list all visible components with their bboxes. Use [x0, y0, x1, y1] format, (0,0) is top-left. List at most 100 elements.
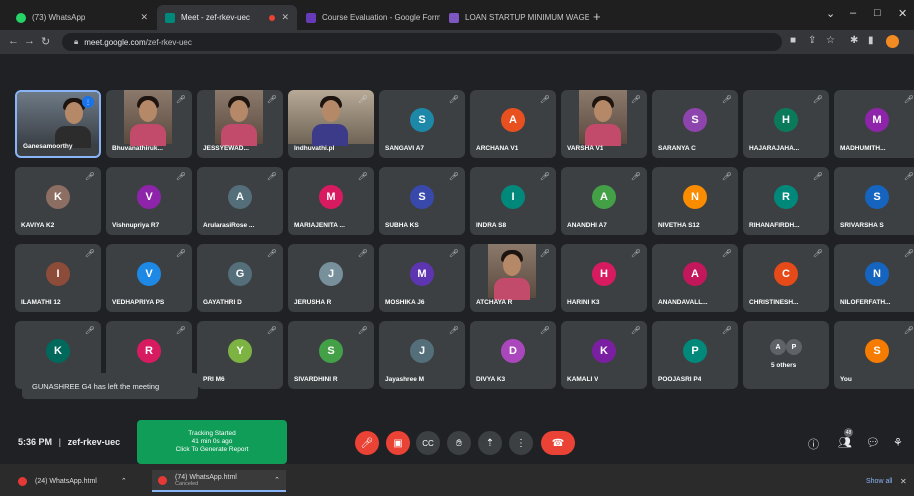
show-all-link[interactable]: Show all	[866, 478, 892, 485]
participant-avatar: M	[865, 108, 889, 132]
participant-tile[interactable]: S 🎤︎ SUBHA KS	[379, 167, 465, 235]
extensions-icon[interactable]: ✱	[850, 35, 858, 46]
camera-off-button[interactable]: ▣	[386, 431, 410, 455]
participant-tile[interactable]: I 🎤︎ INDRA S8	[470, 167, 556, 235]
participant-tile[interactable]: J 🎤︎ JERUSHA R	[288, 244, 374, 312]
participant-tile[interactable]: M 🎤︎ MOSHIKA J6	[379, 244, 465, 312]
participant-tile[interactable]: Y 🎤︎ PRI M6	[197, 321, 283, 389]
chat-icon[interactable]: 💬︎	[866, 436, 880, 449]
chevron-up-icon[interactable]: ⌃	[121, 477, 127, 485]
participant-tile[interactable]: K 🎤︎ KAVIYA K2	[15, 167, 101, 235]
mic-muted-icon: 🎤︎	[84, 249, 95, 258]
raise-hand-button[interactable]: ✋︎	[447, 431, 471, 455]
participant-tile[interactable]: 🎤︎ Bhuvanathiruk...	[106, 90, 192, 158]
url-input[interactable]: 🔒︎ meet.google.com/zef-rkev-uec	[62, 33, 782, 51]
participant-tile[interactable]: 🎤︎ Indhuvathi.pl	[288, 90, 374, 158]
participant-tile[interactable]: H 🎤︎ HAJARAJAHA...	[743, 90, 829, 158]
participant-tile[interactable]: N 🎤︎ NILOFERFATH...	[834, 244, 914, 312]
participant-tile[interactable]: M 🎤︎ MADHUMITH...	[834, 90, 914, 158]
new-tab-button[interactable]: +	[593, 9, 601, 24]
camera-icon[interactable]: ■	[790, 35, 796, 46]
mic-muted-icon: 🎤︎	[630, 95, 641, 104]
participant-tile[interactable]: P 🎤︎ POOJASRI P4	[652, 321, 738, 389]
mic-muted-icon: 🎤︎	[448, 249, 459, 258]
maximize-icon[interactable]: □	[874, 7, 881, 19]
close-window-icon[interactable]: ✕	[898, 7, 907, 20]
participant-tile[interactable]: AP 5 others	[743, 321, 829, 389]
leave-call-button[interactable]: ☎︎	[541, 431, 575, 455]
participant-name: HAJARAJAHA...	[749, 145, 800, 152]
participant-tile[interactable]: D 🎤︎ DIVYA K3	[470, 321, 556, 389]
participant-tile[interactable]: 🎤︎ VARSHA V1	[561, 90, 647, 158]
participant-tile[interactable]: R 🎤︎ RIHANAFIRDH...	[743, 167, 829, 235]
participant-tile[interactable]: V 🎤︎ VEDHAPRIYA PS	[106, 244, 192, 312]
participant-video	[124, 90, 172, 146]
mic-muted-icon: 🎤︎	[357, 326, 368, 335]
tab-course-evaluation[interactable]: Course Evaluation - Google Form ✕	[298, 5, 440, 30]
participant-avatar: Y	[228, 339, 252, 363]
participant-tile[interactable]: M 🎤︎ MARIAJENITA ...	[288, 167, 374, 235]
participant-tile[interactable]: A 🎤︎ ANANDHI A7	[561, 167, 647, 235]
participant-tile[interactable]: K 🎤︎ KAMALI V	[561, 321, 647, 389]
bookmark-star-icon[interactable]: ☆	[826, 35, 835, 46]
tab-title: LOAN STARTUP MINIMUM WAGE	[465, 13, 589, 22]
download-file-block: (74) WhatsApp.html Canceled	[175, 474, 237, 487]
participant-avatar: A	[592, 185, 616, 209]
mic-off-button[interactable]: 🎤︎	[355, 431, 379, 455]
captions-button[interactable]: CC	[416, 431, 440, 455]
participant-tile[interactable]: S 🎤︎ SANGAVI A7	[379, 90, 465, 158]
mic-muted-icon: 🎤︎	[630, 172, 641, 181]
participant-avatar: S	[865, 339, 889, 363]
present-screen-button[interactable]: ⇡	[478, 431, 502, 455]
participant-tile[interactable]: C 🎤︎ CHRISTINESH...	[743, 244, 829, 312]
participant-tile[interactable]: V 🎤︎ Vishnupriya R7	[106, 167, 192, 235]
participant-avatar: K	[46, 185, 70, 209]
participant-tile[interactable]: S 🎤︎ SIVARDHINI R	[288, 321, 374, 389]
close-downloads-icon[interactable]: ✕	[900, 477, 907, 486]
reload-icon[interactable]: ↻	[41, 35, 50, 48]
forward-icon[interactable]: →	[24, 35, 35, 47]
tab-search-icon[interactable]: ⌄	[826, 7, 835, 20]
mic-muted-icon: 🎤︎	[84, 172, 95, 181]
participant-tile[interactable]: S 🎤︎ SARANYA C	[652, 90, 738, 158]
close-icon[interactable]: ✕	[134, 12, 148, 23]
participant-tile[interactable]: I 🎤︎ ILAMATHI 12	[15, 244, 101, 312]
participant-name: Vishnupriya R7	[112, 222, 160, 229]
share-icon[interactable]: ⇪	[808, 35, 816, 46]
participant-name: ARCHANA V1	[476, 145, 519, 152]
more-options-button[interactable]: ⋮	[509, 431, 533, 455]
meeting-details-icon[interactable]: ⓘ	[808, 436, 819, 452]
participant-tile[interactable]: ⋮ Ganesamoorthy	[15, 90, 101, 158]
tracking-report-button[interactable]: Tracking Started 41 min 0s ago Click To …	[137, 420, 287, 464]
participant-tile[interactable]: S 🎤︎ SRIVARSHA S	[834, 167, 914, 235]
participant-tile[interactable]: 🎤︎ ATCHAYA R	[470, 244, 556, 312]
speaking-indicator-icon: ⋮	[82, 96, 94, 108]
participant-tile[interactable]: 🎤︎ JESSYEWAD...	[197, 90, 283, 158]
tab-loan-startup[interactable]: LOAN STARTUP MINIMUM WAGE ✕	[441, 5, 589, 30]
participant-tile[interactable]: A 🎤︎ ArularasiRose ...	[197, 167, 283, 235]
participant-tile[interactable]: S 🎤︎ You	[834, 321, 914, 389]
back-icon[interactable]: ←	[8, 35, 19, 47]
profile-avatar[interactable]	[886, 35, 899, 48]
sidebar-icon[interactable]: ▮	[868, 35, 874, 46]
participant-avatar: A	[683, 262, 707, 286]
minimize-icon[interactable]: –	[850, 7, 856, 19]
participant-tile[interactable]: N 🎤︎ NIVETHA S12	[652, 167, 738, 235]
people-icon[interactable]: 👥︎	[838, 436, 852, 449]
download-item-2[interactable]: (74) WhatsApp.html Canceled ⌃	[152, 470, 286, 492]
participant-tile[interactable]: A 🎤︎ ANANDAVALL...	[652, 244, 738, 312]
download-item-1[interactable]: (24) WhatsApp.html ⌃	[18, 470, 127, 492]
participant-name: SUBHA KS	[385, 222, 419, 229]
participant-video	[215, 90, 263, 146]
participant-tile[interactable]: G 🎤︎ GAYATHRI D	[197, 244, 283, 312]
tab-whatsapp[interactable]: (73) WhatsApp ✕	[8, 5, 156, 30]
participant-tile[interactable]: H 🎤︎ HARINI K3	[561, 244, 647, 312]
browser-tab-strip: (73) WhatsApp ✕ Meet - zef-rkev-uec ✕ Co…	[0, 0, 914, 30]
participant-tile[interactable]: J 🎤︎ Jayashree M	[379, 321, 465, 389]
tab-meet[interactable]: Meet - zef-rkev-uec ✕	[157, 5, 297, 30]
activities-icon[interactable]: ⚘	[893, 436, 903, 449]
chevron-up-icon[interactable]: ⌃	[274, 476, 280, 484]
participant-avatar: A	[228, 185, 252, 209]
close-icon[interactable]: ✕	[275, 12, 289, 23]
participant-tile[interactable]: A 🎤︎ ARCHANA V1	[470, 90, 556, 158]
